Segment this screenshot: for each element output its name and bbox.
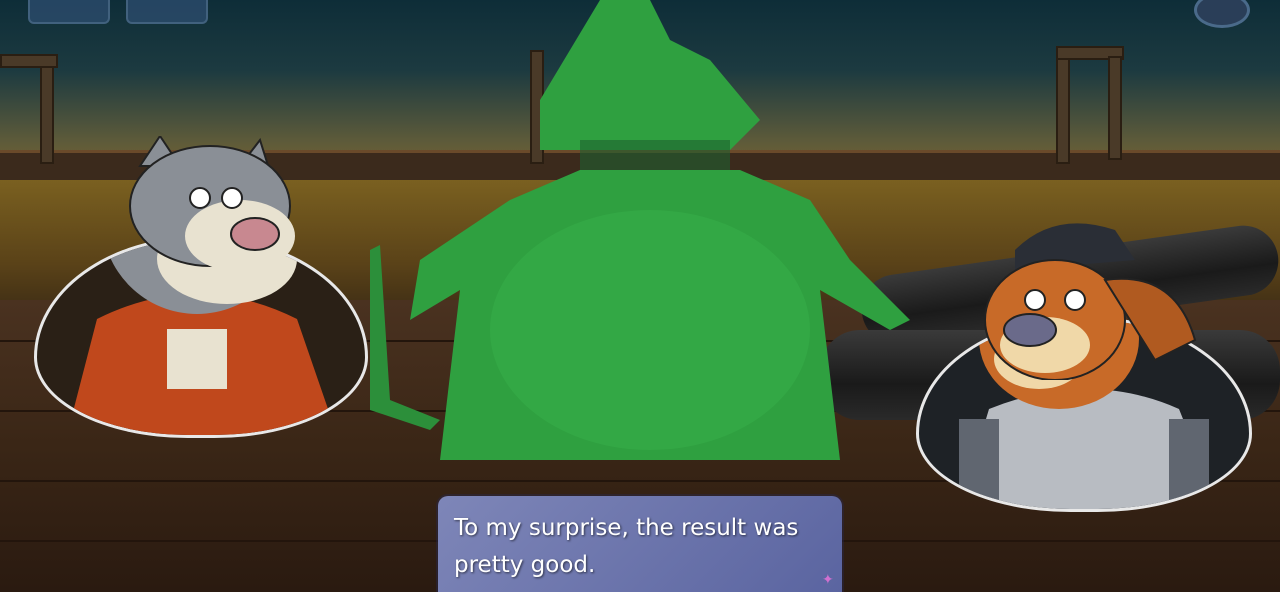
- rat-head: [129, 136, 295, 272]
- right-post: [1056, 50, 1070, 164]
- menu-button[interactable]: [28, 0, 110, 24]
- green-statue: [370, 0, 910, 460]
- right-post-2: [1108, 56, 1122, 160]
- dialog-box[interactable]: To my surprise, the result was pretty go…: [438, 496, 842, 592]
- play-button[interactable]: [126, 0, 208, 24]
- continue-indicator-icon: ✦: [822, 572, 834, 588]
- left-post-cap: [0, 54, 58, 68]
- dog-head: [984, 223, 1197, 380]
- left-post: [40, 60, 54, 164]
- game-scene: To my surprise, the result was pretty go…: [0, 0, 1280, 592]
- dialog-text: To my surprise, the result was pretty go…: [454, 515, 799, 578]
